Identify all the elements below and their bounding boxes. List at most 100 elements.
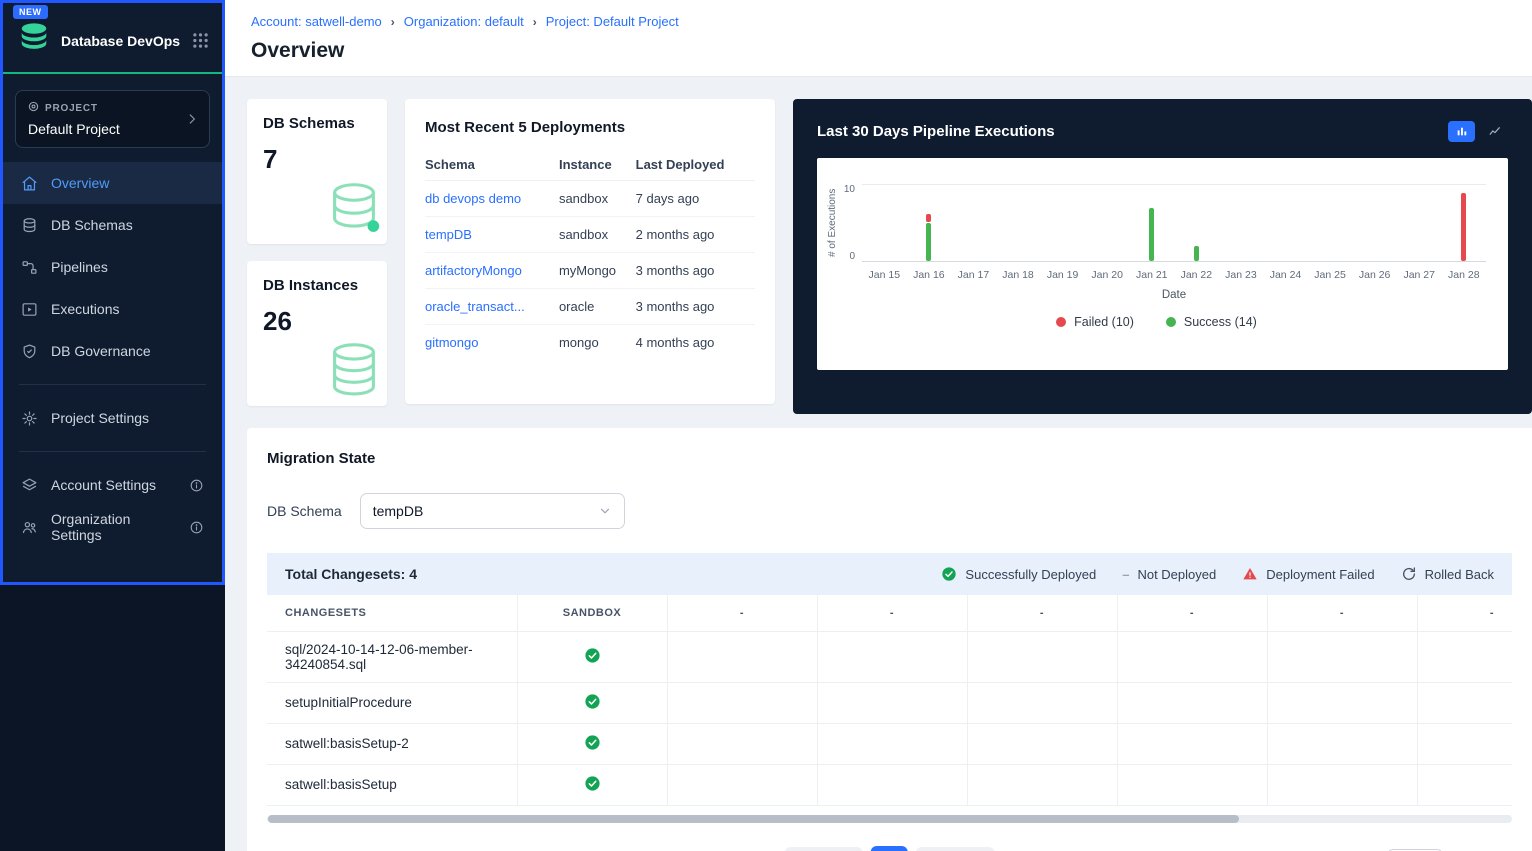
schema-link[interactable]: artifactoryMongo — [425, 263, 522, 278]
migration-state-card: Migration State DB Schema tempDB Total C… — [247, 428, 1532, 851]
sidebar-item-label: DB Schemas — [51, 217, 133, 233]
card-title: Most Recent 5 Deployments — [425, 119, 755, 136]
database-stack-icon — [323, 339, 385, 406]
apps-grid-icon[interactable] — [193, 33, 208, 48]
sidebar-item-db-schemas[interactable]: DB Schemas — [3, 204, 222, 246]
changesets-table: CHANGESETS SANDBOX - - - - - - — [267, 595, 1512, 806]
db-schema-select[interactable]: tempDB — [360, 493, 625, 529]
section-title: Migration State — [247, 450, 1532, 467]
rollback-icon — [1401, 566, 1417, 582]
table-row: gitmongo mongo 4 months ago — [425, 325, 755, 361]
stat-value: 26 — [263, 306, 371, 337]
sidebar-item-account-settings[interactable]: Account Settings — [3, 464, 222, 506]
sidebar-item-label: Executions — [51, 301, 119, 317]
chart-title: Last 30 Days Pipeline Executions — [817, 123, 1055, 140]
legend-label: Rolled Back — [1425, 567, 1494, 582]
main-area: Account: satwell-demo › Organization: de… — [225, 0, 1532, 851]
legend-item-success: Success (14) — [1166, 315, 1257, 329]
sidebar-item-project-settings[interactable]: Project Settings — [3, 397, 222, 439]
horizontal-scrollbar[interactable] — [267, 815, 1512, 823]
legend-deployment-failed: Deployment Failed — [1242, 566, 1374, 582]
info-icon[interactable] — [189, 478, 204, 493]
schema-link[interactable]: oracle_transact... — [425, 299, 525, 314]
legend-label: Deployment Failed — [1266, 567, 1374, 582]
db-schemas-stat-card[interactable]: DB Schemas 7 — [247, 99, 387, 244]
status-cell — [517, 631, 667, 682]
sidebar: NEW Database DevOps — [0, 0, 225, 851]
x-tick: Jan 22 — [1174, 269, 1219, 281]
x-tick: Jan 23 — [1219, 269, 1264, 281]
changesets-summary-band: Total Changesets: 4 Successfully Deploye… — [267, 553, 1512, 595]
database-icon — [21, 217, 38, 234]
y-tick-max: 10 — [844, 184, 855, 195]
scrollbar-thumb[interactable] — [268, 815, 1239, 823]
deployed-cell: 3 months ago — [636, 289, 755, 325]
success-dot-icon — [1166, 317, 1176, 327]
x-axis-labels: Jan 15 Jan 16 Jan 17 Jan 18 Jan 19 Jan 2… — [862, 269, 1486, 281]
bar-chart-toggle-icon[interactable] — [1448, 121, 1475, 142]
x-axis-title: Date — [862, 289, 1486, 301]
changeset-name: sql/2024-10-14-12-06-member-34240854.sql — [285, 642, 473, 672]
recent-deployments-card: Most Recent 5 Deployments Schema Instanc… — [405, 99, 775, 404]
changeset-row: setupInitialProcedure — [267, 682, 1512, 723]
current-page-button[interactable]: 1 — [871, 846, 908, 851]
sidebar-item-pipelines[interactable]: Pipelines — [3, 246, 222, 288]
project-selector[interactable]: PROJECT Default Project — [15, 90, 210, 148]
chart-bar-column — [996, 185, 1041, 261]
legend-label: Success (14) — [1184, 315, 1257, 329]
sidebar-item-db-governance[interactable]: DB Governance — [3, 330, 222, 372]
instance-cell: mongo — [559, 325, 636, 361]
y-tick-min: 0 — [849, 251, 855, 262]
column-header-empty: - — [667, 595, 817, 631]
breadcrumb-account[interactable]: Account: satwell-demo — [251, 14, 382, 29]
breadcrumb-project[interactable]: Project: Default Project — [546, 14, 679, 29]
stat-value: 7 — [263, 144, 371, 175]
play-square-icon — [21, 301, 38, 318]
x-tick: Jan 21 — [1129, 269, 1174, 281]
shield-icon — [21, 343, 38, 360]
db-instances-stat-card[interactable]: DB Instances 26 — [247, 261, 387, 406]
sidebar-item-label: Project Settings — [51, 410, 149, 426]
column-header-sandbox: SANDBOX — [517, 595, 667, 631]
chart-bar-segment — [1194, 246, 1199, 261]
schema-link[interactable]: db devops demo — [425, 191, 521, 206]
prev-page-button[interactable]: ← Prev — [784, 847, 863, 851]
schema-link[interactable]: tempDB — [425, 227, 472, 242]
chart-bar-column — [1219, 185, 1264, 261]
sidebar-item-organization-settings[interactable]: Organization Settings — [3, 506, 222, 548]
chart-bar-column — [1352, 185, 1397, 261]
legend-item-failed: Failed (10) — [1056, 315, 1134, 329]
chart-bar-segment — [1149, 208, 1154, 261]
stat-label: DB Schemas — [263, 115, 371, 132]
nav-divider — [19, 451, 206, 452]
page-title: Overview — [251, 39, 1508, 63]
nav-divider — [19, 384, 206, 385]
line-chart-toggle-icon[interactable] — [1481, 121, 1508, 142]
project-name: Default Project — [28, 121, 197, 137]
next-page-button[interactable]: Next → — [916, 847, 995, 851]
sidebar-item-overview[interactable]: Overview — [3, 162, 222, 204]
sidebar-item-label: DB Governance — [51, 343, 151, 359]
sidebar-item-label: Overview — [51, 175, 109, 191]
new-badge: NEW — [13, 5, 48, 19]
chart-bar-segment — [1461, 193, 1466, 261]
header-accent-rule — [3, 72, 222, 74]
column-header-schema: Schema — [425, 148, 559, 181]
table-row: oracle_transact... oracle 3 months ago — [425, 289, 755, 325]
sidebar-item-label: Pipelines — [51, 259, 108, 275]
chart-bar-column — [1174, 185, 1219, 261]
deployments-table: Schema Instance Last Deployed db devops … — [425, 148, 755, 360]
schema-link[interactable]: gitmongo — [425, 335, 478, 350]
stat-label: DB Instances — [263, 277, 371, 294]
changeset-row: satwell:basisSetup-2 — [267, 723, 1512, 764]
x-tick: Jan 25 — [1308, 269, 1353, 281]
warning-triangle-icon — [1242, 566, 1258, 582]
y-axis-title: # of Executions — [827, 184, 838, 262]
content: DB Schemas 7 DB Instances — [225, 77, 1532, 851]
info-icon[interactable] — [189, 520, 204, 535]
sidebar-item-executions[interactable]: Executions — [3, 288, 222, 330]
instance-cell: sandbox — [559, 217, 636, 253]
instance-cell: oracle — [559, 289, 636, 325]
breadcrumb-organization[interactable]: Organization: default — [404, 14, 524, 29]
chart-bar-column — [1263, 185, 1308, 261]
